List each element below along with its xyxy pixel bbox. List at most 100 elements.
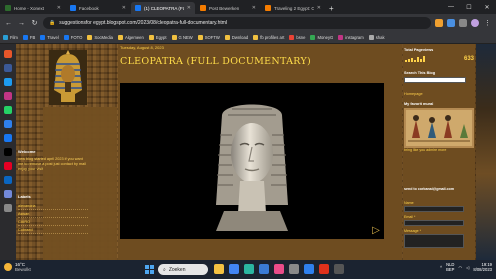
- extension-icon[interactable]: [435, 19, 443, 27]
- mail-icon[interactable]: [304, 264, 314, 274]
- start-button[interactable]: [145, 265, 154, 274]
- bookmark-item[interactable]: Egypt: [148, 35, 167, 40]
- label-link[interactable]: CAIRO: [18, 218, 88, 226]
- app-icon-11[interactable]: [4, 190, 12, 198]
- close-tab-icon[interactable]: ✕: [122, 5, 126, 11]
- close-tab-icon[interactable]: ✕: [57, 5, 61, 11]
- clock[interactable]: 19:19 8/08/2023: [473, 262, 492, 273]
- browser-tab[interactable]: Traveling 2 Egypt: CL...✕: [261, 2, 325, 14]
- close-tab-icon[interactable]: ✕: [187, 5, 191, 11]
- bookmark-item[interactable]: SocMedia: [87, 35, 113, 40]
- bookmark-item[interactable]: Travel: [40, 35, 59, 40]
- app-icon-12[interactable]: [4, 204, 12, 212]
- bookmark-item[interactable]: G NEW: [171, 35, 193, 40]
- name-field[interactable]: [404, 206, 464, 212]
- search-widget: Search This Blog: [404, 71, 474, 83]
- app-icon-9[interactable]: [4, 162, 12, 170]
- bookmark-icon: [63, 35, 69, 40]
- bookmark-item[interactable]: SOFTW: [197, 35, 220, 40]
- app-icon-2[interactable]: [4, 64, 12, 72]
- browser-tab[interactable]: Home - Xonext ✕: [1, 2, 65, 14]
- edge-icon[interactable]: [244, 264, 254, 274]
- url-field[interactable]: 🔒 suggestionsfor egypt.blogspot.com/2023…: [43, 17, 431, 29]
- welcome-widget: Welcome new blog started april 2023 if y…: [18, 149, 88, 187]
- bookmarks-bar: Film FB Travel FOTO SocMedia Algemeen Egypt G N…: [0, 32, 496, 44]
- forward-icon[interactable]: →: [17, 20, 26, 27]
- bookmark-item[interactable]: MoneyG: [310, 35, 333, 40]
- browser-tab-active[interactable]: (1) CLEOPATRA (FULL DO...✕: [131, 2, 195, 14]
- tab-title: Post Bewerken: [209, 5, 240, 11]
- bookmark-icon: [310, 35, 316, 40]
- bookmark-item[interactable]: Algemeen: [117, 35, 144, 40]
- browser-tab[interactable]: Facebook ✕: [66, 2, 130, 14]
- file-explorer-icon[interactable]: [214, 264, 224, 274]
- volume-icon[interactable]: ◁: [466, 265, 469, 270]
- opera-icon[interactable]: [319, 264, 329, 274]
- message-field[interactable]: [404, 234, 464, 248]
- labels-heading: Labels: [18, 194, 31, 199]
- menu-icon[interactable]: ⋮: [483, 19, 492, 27]
- email-field[interactable]: [404, 220, 464, 226]
- wifi-icon[interactable]: ◠: [458, 265, 462, 270]
- terminal-icon[interactable]: [334, 264, 344, 274]
- bookmark-label: FB: [29, 35, 36, 40]
- language-indicator[interactable]: NLD BEP: [446, 262, 454, 272]
- minimize-icon[interactable]: —: [442, 4, 460, 10]
- taskbar-search[interactable]: ⌕ Zoeken: [158, 264, 208, 275]
- close-tab-icon[interactable]: ✕: [317, 5, 321, 11]
- bookmark-item[interactable]: Dwnload: [224, 35, 248, 40]
- puzzle-icon[interactable]: [459, 19, 467, 27]
- blog-search-input[interactable]: [404, 77, 466, 83]
- bookmark-item[interactable]: bsne: [289, 35, 305, 40]
- bookmark-icon: [253, 35, 259, 40]
- bookmark-item[interactable]: FOTO: [63, 35, 82, 40]
- app-icon-7[interactable]: [4, 134, 12, 142]
- maximize-icon[interactable]: ☐: [460, 4, 478, 11]
- bookmark-label: Travel: [47, 35, 59, 40]
- bookmark-item[interactable]: FB: [22, 35, 36, 40]
- label-link[interactable]: alexandria: [18, 202, 88, 210]
- bookmark-label: G NEW: [178, 35, 193, 40]
- keyboard-code: BEP: [446, 267, 455, 273]
- app-icon-4[interactable]: [4, 92, 12, 100]
- clock-date: 8/08/2023: [473, 267, 492, 273]
- system-tray: ^ NLD BEP ◠ ◁ 19:19 8/08/2023: [440, 262, 492, 273]
- app-icon-3[interactable]: [4, 78, 12, 86]
- homepage-link[interactable]: Homepage: [404, 92, 423, 96]
- pageviews-sparkline: [405, 56, 425, 62]
- favorite-mural-widget: My favorit mural: [404, 102, 474, 150]
- chrome-icon[interactable]: [229, 264, 239, 274]
- video-player[interactable]: ▷: [120, 83, 384, 239]
- app-icon-8[interactable]: [4, 148, 12, 156]
- close-window-icon[interactable]: ✕: [478, 4, 496, 11]
- post-title[interactable]: CLEOPATRA (FULL DOCUMENTARY): [120, 56, 311, 67]
- bookmark-item[interactable]: Film: [3, 35, 18, 40]
- search-icon: ⌕: [163, 266, 166, 273]
- app-icon-5[interactable]: [4, 106, 12, 114]
- bookmark-item[interactable]: fb profiles art: [253, 35, 284, 40]
- label-link[interactable]: Aswan: [18, 210, 88, 218]
- profile-avatar[interactable]: [471, 19, 479, 27]
- extension-icon[interactable]: [447, 19, 455, 27]
- chevron-up-icon[interactable]: ^: [440, 265, 442, 270]
- cleopatra-bust-image: [216, 104, 288, 231]
- play-icon[interactable]: ▷: [370, 225, 382, 237]
- close-tab-icon[interactable]: ✕: [252, 5, 256, 11]
- bookmark-label: MoneyG: [317, 35, 334, 40]
- browser-tab[interactable]: Post Bewerken ✕: [196, 2, 260, 14]
- settings-icon[interactable]: [289, 264, 299, 274]
- back-icon[interactable]: ←: [4, 20, 13, 27]
- app-icon-1[interactable]: [4, 50, 12, 58]
- label-link[interactable]: Cobraed: [18, 226, 88, 234]
- reload-icon[interactable]: ↻: [30, 19, 39, 27]
- new-tab-icon[interactable]: +: [325, 4, 338, 14]
- bookmark-label: bsne: [296, 35, 306, 40]
- store-icon[interactable]: [259, 264, 269, 274]
- bookmark-item[interactable]: shak: [368, 35, 385, 40]
- bookmark-item[interactable]: instagram: [338, 35, 364, 40]
- app-icon-10[interactable]: [4, 176, 12, 184]
- bookmark-icon: [368, 35, 374, 40]
- weather-widget[interactable]: 16°C Bewolkt: [4, 262, 31, 272]
- photos-icon[interactable]: [274, 264, 284, 274]
- app-icon-6[interactable]: [4, 120, 12, 128]
